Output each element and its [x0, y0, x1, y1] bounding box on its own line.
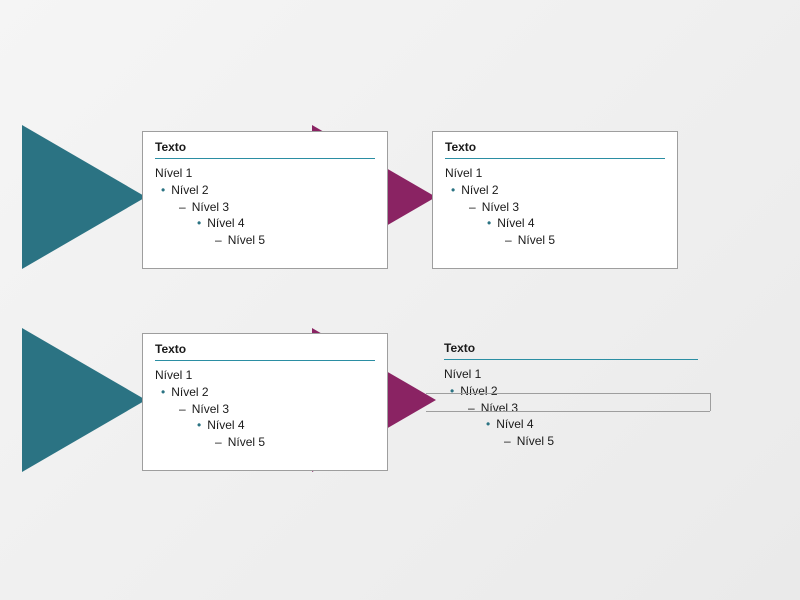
card-bottom-left: Texto Nível 1 •Nível 2 –Nível 3 •Nível 4…	[142, 333, 388, 471]
level-3: –Nível 3	[468, 400, 702, 417]
level-2: •Nível 2	[450, 383, 702, 400]
level-1: Nível 1	[445, 165, 665, 182]
level-1: Nível 1	[155, 165, 375, 182]
card-title: Texto	[155, 140, 375, 154]
teal-triangle-bottom	[22, 328, 146, 472]
card-title-rule	[155, 360, 375, 361]
card-title: Texto	[155, 342, 375, 356]
level-5: –Nível 5	[215, 232, 375, 249]
card-title-rule	[444, 359, 698, 360]
level-5: –Nível 5	[215, 434, 375, 451]
level-2: •Nível 2	[451, 182, 665, 199]
level-3: –Nível 3	[469, 199, 665, 216]
level-2: •Nível 2	[161, 384, 375, 401]
inset-line-bottom	[426, 411, 710, 412]
level-4: •Nível 4	[197, 215, 375, 232]
card-bottom-right: Texto Nível 1 •Nível 2 –Nível 3 •Nível 4…	[432, 333, 714, 471]
level-4: •Nível 4	[197, 417, 375, 434]
card-top-right: Texto Nível 1 •Nível 2 –Nível 3 •Nível 4…	[432, 131, 678, 269]
card-top-left: Texto Nível 1 •Nível 2 –Nível 3 •Nível 4…	[142, 131, 388, 269]
level-1: Nível 1	[155, 367, 375, 384]
card-title: Texto	[445, 140, 665, 154]
inset-line-top	[426, 393, 710, 394]
level-4: •Nível 4	[487, 215, 665, 232]
teal-triangle-top	[22, 125, 146, 269]
level-2: •Nível 2	[161, 182, 375, 199]
level-5: –Nível 5	[504, 433, 702, 450]
inset-line-right	[710, 393, 711, 411]
level-3: –Nível 3	[179, 199, 375, 216]
card-title: Texto	[444, 341, 702, 355]
level-4: •Nível 4	[486, 416, 702, 433]
card-title-rule	[155, 158, 375, 159]
card-title-rule	[445, 158, 665, 159]
level-3: –Nível 3	[179, 401, 375, 418]
level-5: –Nível 5	[505, 232, 665, 249]
level-1: Nível 1	[444, 366, 702, 383]
